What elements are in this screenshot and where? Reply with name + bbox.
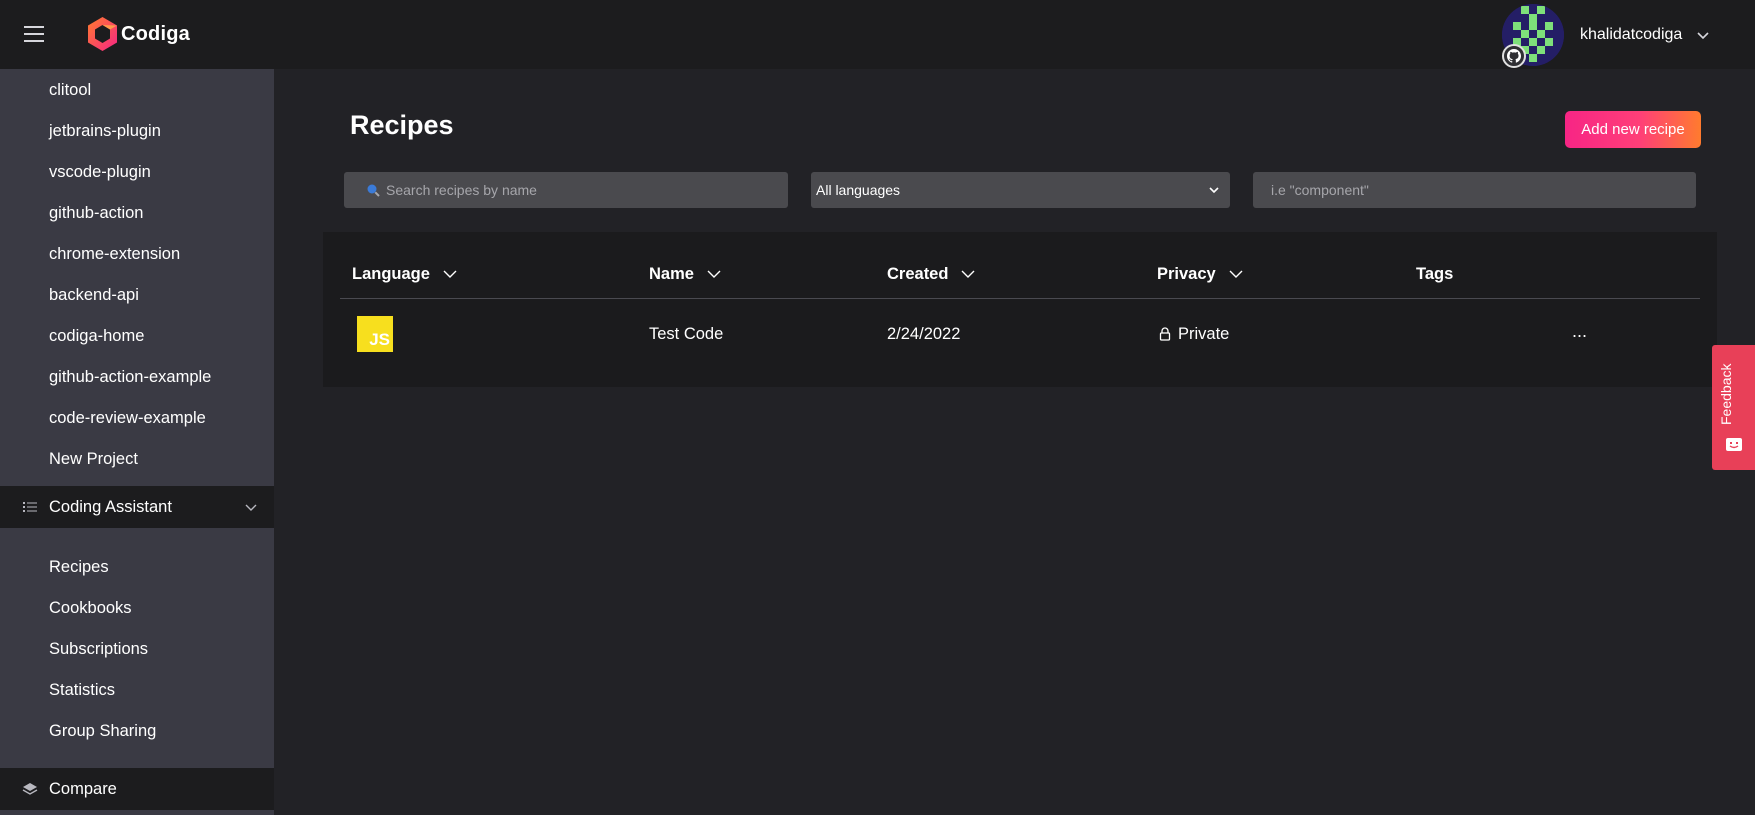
chevron-down-icon — [1209, 187, 1219, 194]
sidebar-item-recipes[interactable]: Recipes — [49, 555, 109, 579]
column-label: Language — [352, 264, 430, 283]
column-header-language[interactable]: Language — [352, 262, 458, 286]
column-header-privacy[interactable]: Privacy — [1157, 262, 1244, 286]
language-select[interactable]: All languages — [811, 172, 1230, 208]
column-label: Privacy — [1157, 264, 1216, 283]
username: khalidatcodiga — [1580, 26, 1683, 43]
recipes-table: Language Name Created Privacy Tags JS Te… — [323, 232, 1717, 387]
column-header-created[interactable]: Created — [887, 262, 976, 286]
top-bar: Codiga khalidatcodiga — [0, 0, 1755, 69]
sidebar-item-statistics[interactable]: Statistics — [49, 678, 115, 702]
sidebar-section-coding-assistant[interactable]: Coding Assistant — [0, 486, 274, 528]
layers-icon — [22, 783, 38, 795]
language-select-value: All languages — [816, 182, 901, 198]
column-header-name[interactable]: Name — [649, 262, 722, 286]
section-label: Compare — [49, 779, 117, 798]
table-row[interactable]: JS Test Code 2/24/2022 Private ... — [323, 299, 1717, 369]
add-new-recipe-button[interactable]: Add new recipe — [1565, 111, 1701, 148]
javascript-icon: JS — [357, 316, 393, 352]
sidebar-item-project[interactable]: backend-api — [49, 283, 139, 307]
sidebar-item-project[interactable]: jetbrains-plugin — [49, 119, 161, 143]
sidebar-section-compare[interactable]: Compare — [0, 768, 274, 810]
sidebar-item-project[interactable]: clitool — [49, 78, 91, 102]
feedback-smile-icon — [1726, 438, 1742, 451]
github-icon — [1507, 49, 1521, 63]
chevron-down-icon — [443, 270, 457, 278]
chevron-down-icon — [1697, 32, 1709, 40]
list-icon — [23, 502, 37, 512]
recipe-privacy: Private — [1159, 323, 1229, 345]
codiga-logo-icon — [88, 17, 117, 51]
chevron-down-icon — [961, 270, 975, 278]
column-label: Name — [649, 264, 694, 283]
tag-filter-input[interactable] — [1271, 182, 1691, 198]
sidebar-item-project[interactable]: code-review-example — [49, 406, 206, 430]
hamburger-icon[interactable] — [24, 26, 44, 44]
recipe-name[interactable]: Test Code — [649, 323, 723, 345]
app-name: Codiga — [121, 22, 190, 45]
column-label: Tags — [1416, 264, 1454, 283]
section-label: Coding Assistant — [49, 497, 172, 516]
sidebar-item-subscriptions[interactable]: Subscriptions — [49, 637, 148, 661]
chevron-down-icon — [707, 270, 721, 278]
search-icon — [367, 184, 380, 197]
language-badge-text: JS — [369, 330, 390, 349]
sidebar-item-project[interactable]: github-action-example — [49, 365, 211, 389]
more-options-button[interactable]: ... — [1572, 321, 1587, 342]
sidebar-item-group-sharing[interactable]: Group Sharing — [49, 719, 156, 743]
sidebar-item-project[interactable]: vscode-plugin — [49, 160, 151, 184]
lock-icon — [1159, 327, 1171, 341]
recipe-created-date: 2/24/2022 — [887, 325, 961, 343]
column-header-tags: Tags — [1416, 262, 1453, 286]
github-badge — [1502, 44, 1526, 68]
privacy-label: Private — [1178, 325, 1230, 343]
feedback-tab[interactable]: Feedback — [1712, 345, 1755, 470]
search-input[interactable] — [386, 182, 766, 198]
tag-filter-field[interactable] — [1253, 172, 1696, 208]
chevron-down-icon — [245, 504, 257, 511]
sidebar-item-new-project[interactable]: New Project — [49, 447, 138, 471]
user-menu[interactable]: khalidatcodiga — [1502, 4, 1742, 66]
chevron-down-icon — [1229, 270, 1243, 278]
codiga-logo[interactable]: Codiga — [86, 16, 190, 52]
search-field[interactable] — [344, 172, 788, 208]
sidebar-item-project[interactable]: chrome-extension — [49, 242, 180, 266]
sidebar-item-cookbooks[interactable]: Cookbooks — [49, 596, 132, 620]
sidebar-item-project[interactable]: codiga-home — [49, 324, 144, 348]
column-label: Created — [887, 264, 949, 283]
sidebar-item-project[interactable]: github-action — [49, 201, 143, 225]
page-title: Recipes — [350, 110, 454, 140]
sidebar: clitool jetbrains-plugin vscode-plugin g… — [0, 69, 274, 815]
feedback-label: Feedback — [1718, 363, 1734, 425]
